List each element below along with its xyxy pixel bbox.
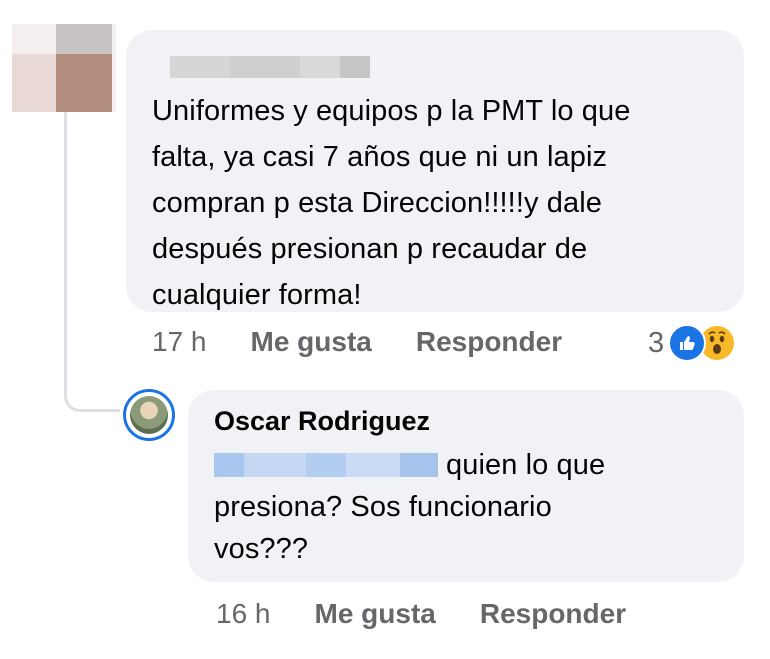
reply-button[interactable]: Responder	[480, 598, 626, 630]
redacted-author-name[interactable]	[170, 56, 370, 78]
avatar[interactable]	[12, 24, 116, 112]
reply-bubble: Oscar Rodriguez quien lo que presiona? S…	[188, 390, 744, 582]
avatar-photo	[130, 396, 168, 434]
comment-timestamp[interactable]: 17 h	[152, 326, 207, 358]
redacted-mention[interactable]	[214, 453, 438, 477]
thread-connector-line	[64, 112, 120, 412]
comment-line: Uniformes y equipos p la PMT lo que	[152, 95, 631, 127]
reaction-count: 3	[648, 326, 665, 359]
reply-actions: 16 h Me gusta Responder	[216, 598, 626, 630]
reply-line: quien lo que	[446, 449, 606, 481]
like-button[interactable]: Me gusta	[315, 598, 436, 630]
reply-text: quien lo que presiona? Sos funcionario v…	[214, 444, 718, 570]
comment-line: falta, ya casi 7 años que ni un lapiz	[152, 141, 608, 173]
reply-button[interactable]: Responder	[416, 326, 562, 358]
reply-author-name[interactable]: Oscar Rodriguez	[214, 404, 718, 438]
comment-actions: 17 h Me gusta Responder	[152, 326, 562, 358]
reply-line: presiona? Sos funcionario	[214, 491, 552, 523]
comment-line: cualquier forma!	[152, 279, 362, 311]
comment-text: Uniformes y equipos p la PMT lo que falt…	[152, 88, 718, 318]
reaction-summary[interactable]: 3	[648, 324, 737, 362]
comment-line: compran p esta Direccion!!!!!y dale	[152, 187, 602, 219]
like-button[interactable]: Me gusta	[251, 326, 372, 358]
like-icon	[668, 324, 707, 362]
reply-author-avatar[interactable]	[123, 389, 175, 441]
comment-line: después presionan p recaudar de	[152, 233, 588, 265]
reply-timestamp[interactable]: 16 h	[216, 598, 271, 630]
reply-line: vos???	[214, 533, 309, 565]
